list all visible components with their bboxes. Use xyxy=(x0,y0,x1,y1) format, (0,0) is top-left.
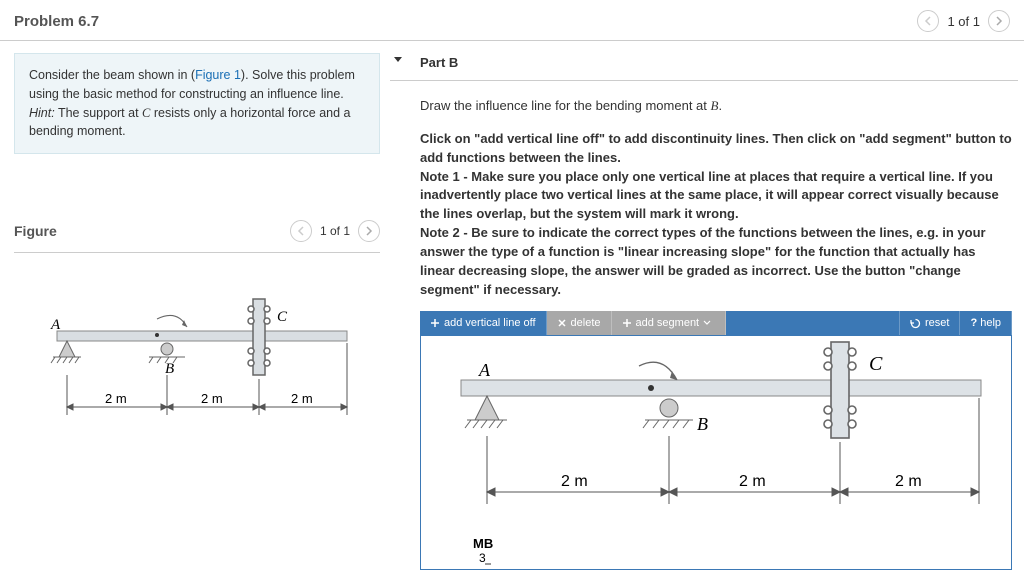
figure-title: Figure xyxy=(14,223,57,239)
svg-text:A: A xyxy=(478,360,491,380)
add-segment-button[interactable]: add segment xyxy=(612,311,727,335)
figure-pager: 1 of 1 xyxy=(290,220,380,242)
x-icon xyxy=(557,318,567,328)
drawing-canvas[interactable]: A B C xyxy=(420,335,1012,570)
collapse-icon[interactable] xyxy=(394,57,402,62)
instructions-text: Draw the influence line for the bending … xyxy=(390,81,1024,305)
svg-text:2 m: 2 m xyxy=(895,473,922,490)
undo-icon xyxy=(910,318,921,329)
svg-text:MB: MB xyxy=(473,536,493,551)
next-problem-button[interactable] xyxy=(988,10,1010,32)
svg-text:2 m: 2 m xyxy=(105,391,127,406)
plus-icon xyxy=(430,318,440,328)
svg-text:C: C xyxy=(869,353,883,375)
plus-icon xyxy=(622,318,632,328)
prev-figure-button[interactable] xyxy=(290,220,312,242)
svg-text:2 m: 2 m xyxy=(739,473,766,490)
svg-text:2 m: 2 m xyxy=(201,391,223,406)
chevron-down-icon xyxy=(703,319,711,327)
figure-page-label: 1 of 1 xyxy=(320,224,350,238)
add-vertical-line-button[interactable]: add vertical line off xyxy=(420,311,547,335)
figure-link[interactable]: Figure 1 xyxy=(195,68,241,82)
question-icon: ? xyxy=(970,317,977,329)
problem-title: Problem 6.7 xyxy=(14,13,99,30)
svg-text:B: B xyxy=(697,414,708,434)
svg-text:B: B xyxy=(165,361,174,377)
help-button[interactable]: ? help xyxy=(960,311,1012,335)
problem-statement: Consider the beam shown in (Figure 1). S… xyxy=(14,53,380,154)
svg-text:2 m: 2 m xyxy=(291,391,313,406)
problem-page-label: 1 of 1 xyxy=(947,14,980,29)
next-figure-button[interactable] xyxy=(358,220,380,242)
reset-button[interactable]: reset xyxy=(900,311,960,335)
part-title: Part B xyxy=(390,41,1024,80)
svg-text:3: 3 xyxy=(479,551,486,565)
delete-button[interactable]: delete xyxy=(547,311,612,335)
drawing-toolbar: add vertical line off delete add segment… xyxy=(420,311,1012,335)
svg-text:A: A xyxy=(50,317,61,333)
problem-pager: 1 of 1 xyxy=(917,10,1010,32)
svg-text:2 m: 2 m xyxy=(561,473,588,490)
figure-diagram: A B C xyxy=(14,279,380,439)
prev-problem-button[interactable] xyxy=(917,10,939,32)
svg-text:C: C xyxy=(277,309,288,325)
